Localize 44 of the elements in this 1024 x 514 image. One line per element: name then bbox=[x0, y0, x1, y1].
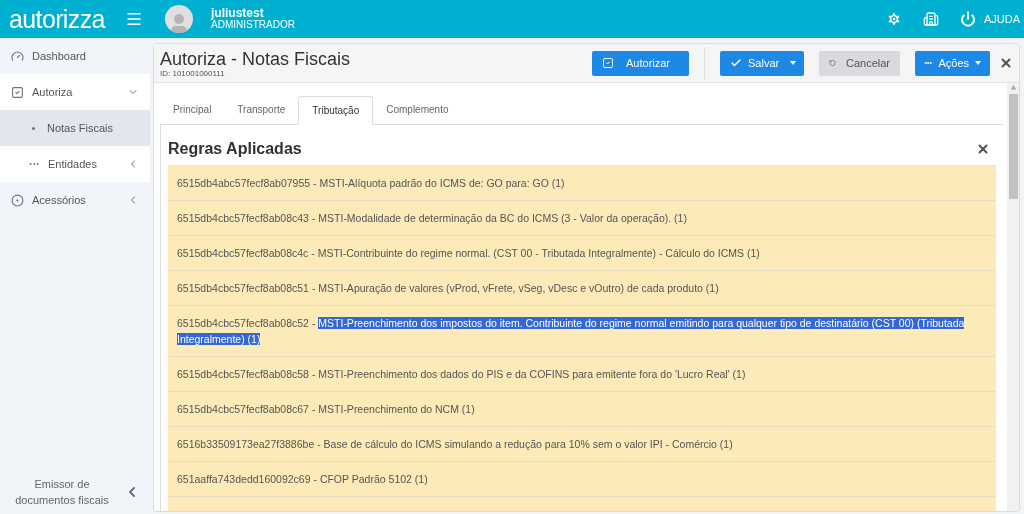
actions-button[interactable]: Ações bbox=[915, 50, 990, 76]
scroll-up-icon[interactable] bbox=[1010, 85, 1016, 90]
cancel-button[interactable]: Cancelar bbox=[819, 50, 900, 76]
rule-row: 6516b33509173ea27f3886be - Base de cálculo do ICMS simulando a redução para 10% sem o valor IPI - Comércio (1) bbox=[168, 427, 996, 462]
rule-row: 6515db4abc57fecf8ab07955 - MSTI-Alíquota padrão do ICMS de: GO para: GO (1) bbox=[168, 166, 996, 201]
sidebar-footer-text: Emissor de documentos fiscais bbox=[14, 477, 110, 508]
gauge-icon bbox=[11, 49, 24, 63]
user-role: ADMINISTRADOR bbox=[211, 19, 295, 31]
tab[interactable]: Principal bbox=[160, 95, 225, 124]
rule-row: 651aaffa743dedd160092c69 - CFOP Padrão 5102 (1) bbox=[168, 462, 996, 497]
panel-title: Regras Aplicadas bbox=[168, 139, 302, 159]
user-name: juliustest bbox=[211, 7, 265, 19]
undo-icon bbox=[829, 57, 836, 69]
authorize-button[interactable]: Autorizar bbox=[592, 50, 689, 76]
scrollbar-thumb[interactable] bbox=[1008, 94, 1018, 199]
check-icon bbox=[730, 57, 742, 69]
sidebar-item[interactable]: Dashboard bbox=[0, 38, 150, 74]
rule-row: 6515db4cbc57fecf8ab08c43 - MSTI-Modalidade de determinação da BC do ICMS (3 - Valor da operação). (1) bbox=[168, 201, 996, 236]
avatar[interactable] bbox=[165, 5, 193, 33]
sidebar-item[interactable]: Autoriza bbox=[0, 74, 150, 110]
power-icon[interactable] bbox=[959, 11, 976, 27]
tab[interactable]: Transporte bbox=[224, 95, 299, 124]
bullet-icon bbox=[32, 126, 35, 130]
tab[interactable]: Complemento bbox=[373, 95, 462, 124]
close-icon[interactable] bbox=[999, 56, 1013, 70]
sidebar-item[interactable]: Acessórios bbox=[0, 182, 150, 218]
rule-row: 6515db4cbc57fecf8ab08c4c - MSTI-Contribuinte do regime normal. (CST 00 - Tributada Integralmente) - Cálculo do ICMS (1) bbox=[168, 236, 996, 271]
caret-icon bbox=[975, 61, 981, 65]
close-icon[interactable] bbox=[976, 142, 990, 156]
sidebar-subitem[interactable]: Notas Fiscais bbox=[0, 110, 150, 146]
rule-row: 6515db4cbc57fecf8ab08c58 - MSTI-Preenchimento dos dados do PIS e da COFINS para emitente fora do 'Lucro Real' (1) bbox=[168, 357, 996, 392]
tab[interactable]: Tributação bbox=[298, 96, 374, 125]
checkbox-icon bbox=[602, 57, 614, 69]
page-title: Autoriza - Notas Fiscais bbox=[160, 48, 351, 69]
scrollbar[interactable] bbox=[1007, 83, 1019, 511]
save-button[interactable]: Salvar bbox=[720, 50, 804, 76]
record-id: ID: 101001000111 bbox=[160, 68, 226, 78]
checkbox-icon bbox=[11, 85, 24, 99]
building-icon[interactable] bbox=[922, 11, 939, 27]
menu-icon[interactable] bbox=[125, 10, 143, 28]
settings-icon[interactable] bbox=[885, 11, 902, 27]
rule-row: 6515db4cbc57fecf8ab08c67 - MSTI-Preenchimento do NCM (1) bbox=[168, 392, 996, 427]
rule-row: 6515db4cbc57fecf8ab08c51 - MSTI-Apuração de valores (vProd, vFrete, vSeg, vDesc e vOutro) de cada produto (1) bbox=[168, 271, 996, 306]
caret-icon bbox=[790, 61, 796, 65]
